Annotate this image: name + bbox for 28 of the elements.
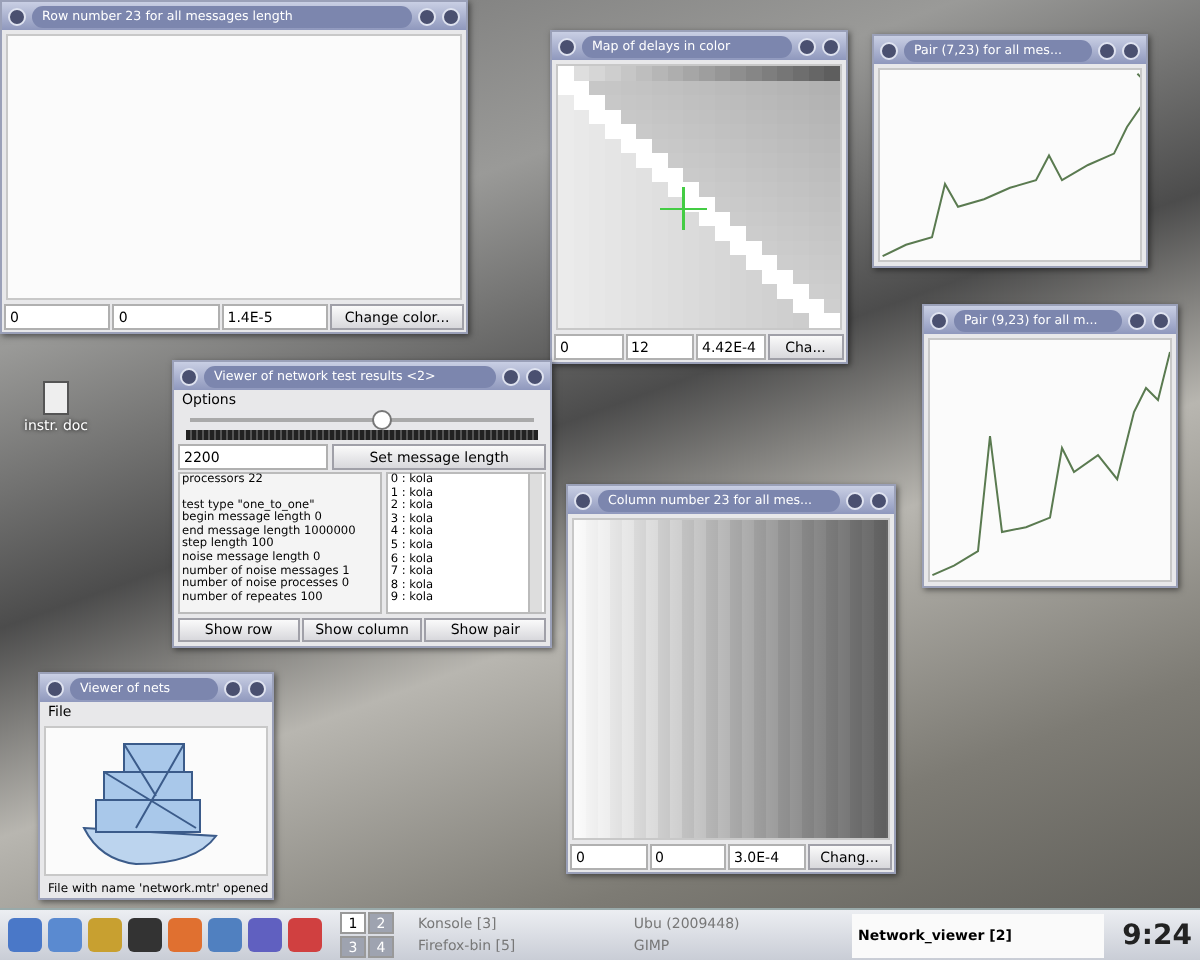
window-menu-icon[interactable]	[574, 491, 592, 509]
close-icon[interactable]	[1152, 311, 1170, 329]
maximize-icon[interactable]	[418, 7, 436, 25]
window-menu-icon[interactable]	[180, 367, 198, 385]
maximize-icon[interactable]	[502, 367, 520, 385]
clock: 9:24	[1122, 919, 1192, 951]
maximize-icon[interactable]	[1128, 311, 1146, 329]
close-icon[interactable]	[248, 679, 266, 697]
slider-thumb[interactable]	[371, 410, 392, 430]
maximize-icon[interactable]	[224, 679, 242, 697]
scrollbar[interactable]	[528, 474, 542, 612]
close-icon[interactable]	[442, 7, 460, 25]
window-menu-icon[interactable]	[930, 311, 948, 329]
maximize-icon[interactable]	[846, 491, 864, 509]
close-icon[interactable]	[526, 367, 544, 385]
window-menu-icon[interactable]	[8, 7, 26, 25]
launcher-icon[interactable]	[248, 918, 282, 952]
window-menu-icon[interactable]	[880, 41, 898, 59]
window-menu-icon[interactable]	[46, 679, 64, 697]
maximize-icon[interactable]	[798, 37, 816, 55]
close-icon[interactable]	[1122, 41, 1140, 59]
close-icon[interactable]	[822, 37, 840, 55]
close-icon[interactable]	[870, 491, 888, 509]
window-menu-icon[interactable]	[558, 37, 576, 55]
launcher-icon[interactable]	[128, 918, 162, 952]
maximize-icon[interactable]	[1098, 41, 1116, 59]
document-icon[interactable]	[40, 380, 73, 416]
network-graph-drawing	[83, 742, 217, 864]
